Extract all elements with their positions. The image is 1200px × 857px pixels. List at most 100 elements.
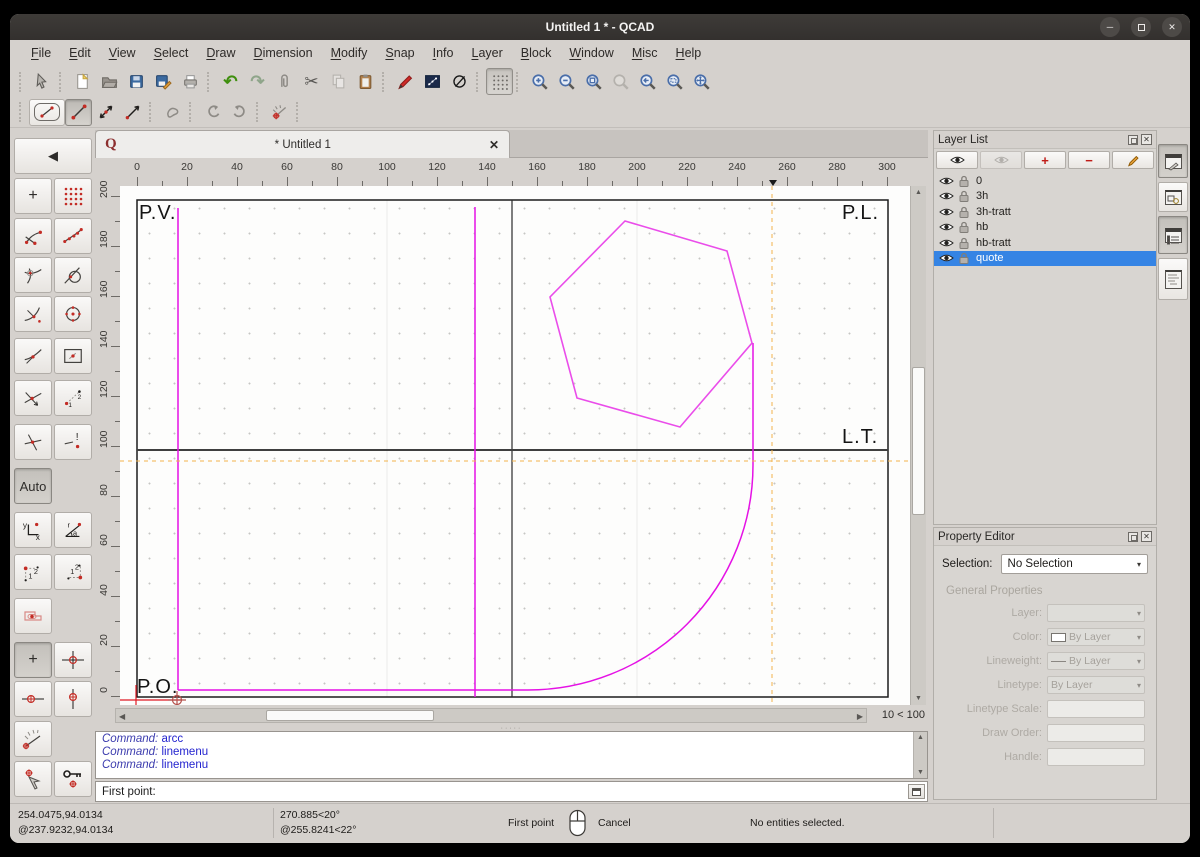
snap-manual-point-button[interactable]: ! xyxy=(54,424,92,460)
scroll-up-icon[interactable]: ▲ xyxy=(914,734,927,741)
snap-intersection-button[interactable] xyxy=(14,257,52,293)
zoom-out-button[interactable] xyxy=(553,68,580,95)
dock-command-line-button[interactable] xyxy=(1158,258,1188,300)
layer-row[interactable]: quote xyxy=(934,250,1156,266)
layer-visible-icon[interactable] xyxy=(939,191,954,201)
save-button[interactable] xyxy=(123,68,150,95)
menu-item[interactable]: Draw xyxy=(197,43,244,63)
layer-row[interactable]: hb-tratt xyxy=(934,235,1156,251)
tab-close-icon[interactable]: ✕ xyxy=(489,138,499,152)
show-all-layers-button[interactable] xyxy=(936,151,978,169)
paste-button[interactable] xyxy=(352,68,379,95)
titlebar[interactable]: Untitled 1 * - QCAD ─ ✕ xyxy=(10,14,1190,40)
drawing-canvas[interactable]: P.V. P.L. L.T. P.O. xyxy=(120,186,910,705)
snap-distance-button[interactable]: 12 xyxy=(54,380,92,416)
menu-item[interactable]: Layer xyxy=(463,43,512,63)
application-preferences-button[interactable] xyxy=(392,68,419,95)
zoom-window-button[interactable] xyxy=(661,68,688,95)
new-file-button[interactable] xyxy=(69,68,96,95)
relative-polar-button[interactable]: 12 xyxy=(54,554,92,590)
dock-block-list-button[interactable] xyxy=(1158,182,1188,212)
layer-visible-icon[interactable] xyxy=(939,207,954,217)
snap-middle-button[interactable] xyxy=(14,338,52,374)
layer-row[interactable]: hb xyxy=(934,220,1156,236)
snap-center-button[interactable] xyxy=(54,296,92,332)
paperclip-button[interactable] xyxy=(271,68,298,95)
restrict-horizontal-button[interactable] xyxy=(14,681,52,717)
snap-reference-button[interactable] xyxy=(54,338,92,374)
restrict-orthogonal-button[interactable] xyxy=(54,642,92,678)
horizontal-scrollbar-thumb[interactable] xyxy=(266,710,434,721)
zoom-previous-button[interactable] xyxy=(607,68,634,95)
magenta-arc-path[interactable] xyxy=(178,343,754,691)
freehand-line-button[interactable] xyxy=(159,99,186,126)
line-menu-button[interactable] xyxy=(29,98,65,126)
snap-grid-button[interactable] xyxy=(54,178,92,214)
pan-button[interactable] xyxy=(688,68,715,95)
layer-lock-icon[interactable] xyxy=(959,175,969,187)
layer-visible-icon[interactable] xyxy=(939,176,954,186)
menu-item[interactable]: Help xyxy=(667,43,711,63)
layer-visible-icon[interactable] xyxy=(939,253,954,263)
scroll-right-icon[interactable]: ▶ xyxy=(857,712,863,721)
snap-perpendicular-button[interactable] xyxy=(14,296,52,332)
menu-item[interactable]: Info xyxy=(424,43,463,63)
lineweight-dropdown[interactable]: By Layer ▾ xyxy=(1047,652,1145,670)
layer-row[interactable]: 0 xyxy=(934,173,1156,189)
linetype-dropdown[interactable]: By Layer ▾ xyxy=(1047,676,1145,694)
infinite-line-button[interactable] xyxy=(92,99,119,126)
panel-float-icon[interactable] xyxy=(1128,531,1138,542)
menu-item[interactable]: Dimension xyxy=(245,43,322,63)
save-as-button[interactable] xyxy=(150,68,177,95)
tab-untitled[interactable]: Q * Untitled 1 ✕ xyxy=(95,130,510,158)
color-dropdown[interactable]: By Layer ▾ xyxy=(1047,628,1145,646)
snap-settings-button[interactable] xyxy=(14,598,52,634)
minimize-button[interactable]: ─ xyxy=(1100,17,1120,37)
vertical-scrollbar[interactable]: ▲ ▼ xyxy=(910,186,926,705)
magenta-hexagon[interactable] xyxy=(549,220,753,428)
layer-visible-icon[interactable] xyxy=(939,238,954,248)
panel-close-icon[interactable]: ✕ xyxy=(1141,134,1152,145)
add-layer-button[interactable]: + xyxy=(1024,151,1066,169)
back-button[interactable]: ◀ xyxy=(14,138,92,174)
layer-row[interactable]: 3h xyxy=(934,189,1156,205)
undo-button[interactable]: ↶ xyxy=(217,68,244,95)
copy-button[interactable] xyxy=(325,68,352,95)
menu-item[interactable]: Misc xyxy=(623,43,667,63)
menu-item[interactable]: Snap xyxy=(376,43,423,63)
restrict-vertical-button[interactable] xyxy=(54,681,92,717)
remove-layer-button[interactable]: − xyxy=(1068,151,1110,169)
menu-item[interactable]: View xyxy=(100,43,145,63)
snap-crossing-button[interactable] xyxy=(14,424,52,460)
menu-item[interactable]: File xyxy=(22,43,60,63)
redo-button[interactable]: ↷ xyxy=(244,68,271,95)
auto-snap-button[interactable]: Auto xyxy=(14,468,52,504)
edit-layer-button[interactable] xyxy=(1112,151,1154,169)
command-input[interactable] xyxy=(155,783,908,800)
line-two-points-button[interactable] xyxy=(65,98,92,126)
restrict-off-button[interactable]: + xyxy=(14,642,52,678)
scroll-down-icon[interactable]: ▼ xyxy=(911,695,926,702)
cut-button[interactable]: ✂ xyxy=(298,68,325,95)
menu-item[interactable]: Edit xyxy=(60,43,100,63)
linetype-scale-input[interactable] xyxy=(1047,700,1145,718)
relative-cartesian-button[interactable]: 12 xyxy=(14,554,52,590)
scroll-left-icon[interactable]: ◀ xyxy=(119,712,125,721)
print-button[interactable] xyxy=(177,68,204,95)
dock-property-editor-button[interactable] xyxy=(1158,144,1188,178)
menu-item[interactable]: Window xyxy=(560,43,622,63)
open-file-button[interactable] xyxy=(96,68,123,95)
handle-input[interactable] xyxy=(1047,748,1145,766)
set-relative-zero-button[interactable] xyxy=(14,761,52,797)
lock-relative-zero-button[interactable] xyxy=(54,761,92,797)
snap-intersection-manual-button[interactable] xyxy=(14,380,52,416)
empty-set-button[interactable] xyxy=(446,68,473,95)
layer-row[interactable]: 3h-tratt xyxy=(934,204,1156,220)
menu-item[interactable]: Select xyxy=(145,43,198,63)
command-line-toggle-button[interactable] xyxy=(908,784,925,799)
layer-visible-icon[interactable] xyxy=(939,222,954,232)
segment-redo-button[interactable] xyxy=(226,99,253,126)
coordinate-polar-button[interactable]: ra xyxy=(54,512,92,548)
drawing-preferences-button[interactable] xyxy=(419,68,446,95)
menu-item[interactable]: Modify xyxy=(322,43,377,63)
